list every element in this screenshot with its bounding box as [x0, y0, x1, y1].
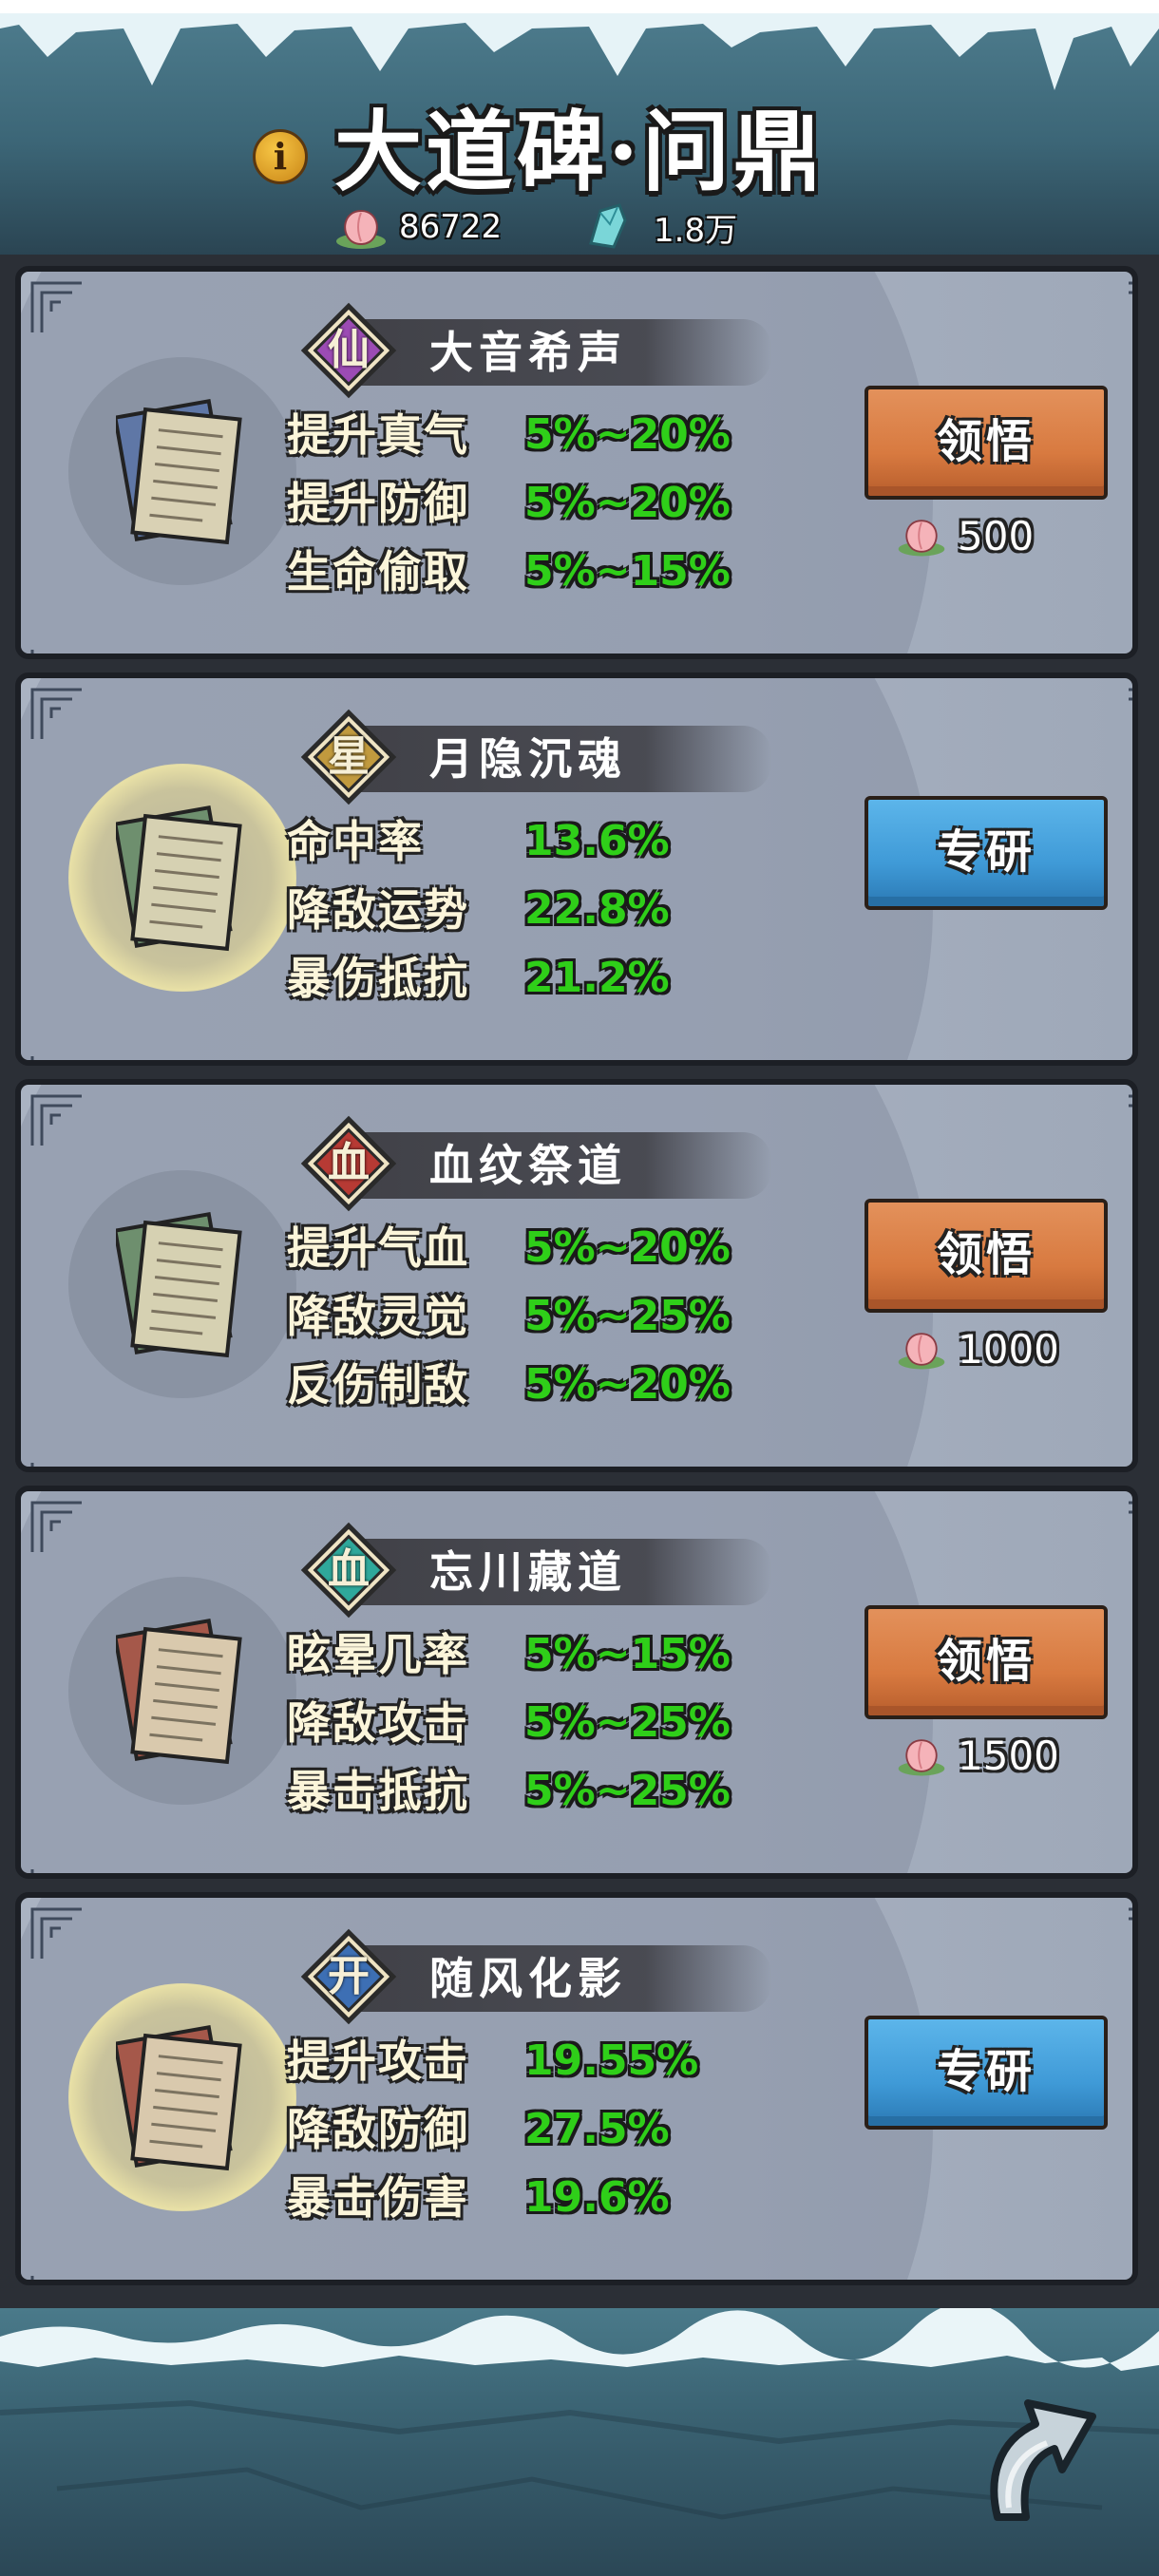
stat-value: 5%~25% [524, 1292, 731, 1340]
stat-label: 提升攻击 [287, 2036, 469, 2087]
peach-count: 86722 [399, 208, 503, 246]
comprehend-button[interactable]: 领悟 [864, 1199, 1108, 1313]
jade-count: 1.8万 [654, 211, 738, 250]
grade-badge-label: 血 [328, 1139, 370, 1187]
grade-badge-label: 星 [328, 732, 370, 781]
corner-ornament [30, 1094, 82, 1146]
cost-display: 500 [895, 507, 1123, 564]
stat-label: 反伤制敌 [287, 1359, 469, 1411]
stat-label: 提升气血 [287, 1222, 469, 1274]
technique-card: 血 忘川藏道眩晕几率 5%~15% 降敌攻击 5%~25% 暴击抵抗 5%~25% 领悟 15… [15, 1486, 1138, 1879]
stat-label: 降敌运势 [287, 884, 469, 936]
scroll-icon [116, 1212, 242, 1358]
corner-ornament [30, 2276, 82, 2280]
scroll-icon [116, 805, 242, 952]
stat-value: 27.5% [524, 2105, 670, 2153]
stat-value: 21.2% [524, 954, 670, 1002]
snow-ledge [0, 2308, 1159, 2371]
stat-label: 提升防御 [287, 478, 469, 529]
cost-display: 1000 [895, 1320, 1123, 1377]
stat-label: 降敌灵觉 [287, 1291, 469, 1342]
research-button[interactable]: 专研 [864, 2016, 1108, 2130]
jade-currency: 1.8万 [581, 201, 737, 253]
stat-value: 5%~15% [524, 547, 731, 596]
info-button[interactable]: i [253, 129, 308, 184]
corner-ornament [30, 1501, 82, 1552]
grade-badge-label: 血 [328, 1545, 370, 1594]
stat-value: 5%~20% [524, 410, 731, 459]
icicle-decoration [0, 0, 1159, 90]
stat-value: 5%~20% [524, 479, 731, 527]
corner-ornament [1129, 1501, 1132, 1552]
corner-ornament [30, 650, 82, 653]
corner-ornament [30, 1056, 82, 1060]
stat-value: 22.8% [524, 885, 670, 934]
scroll-icon [116, 399, 242, 545]
stat-label: 降敌防御 [287, 2104, 469, 2155]
grade-badge-label: 开 [328, 1952, 370, 2000]
cost-amount: 500 [958, 512, 1035, 559]
stat-label: 暴击伤害 [287, 2172, 469, 2224]
stat-value: 19.55% [524, 2036, 699, 2085]
stat-value: 5%~20% [524, 1223, 731, 1272]
corner-ornament [30, 1907, 82, 1959]
stat-value: 5%~25% [524, 1767, 731, 1815]
stat-label: 暴击抵抗 [287, 1766, 469, 1817]
back-arrow-icon[interactable] [960, 2375, 1102, 2527]
stat-value: 5%~15% [524, 1630, 731, 1678]
stat-value: 5%~25% [524, 1698, 731, 1747]
stat-label: 暴伤抵抗 [287, 953, 469, 1004]
cost-display: 1500 [895, 1727, 1123, 1784]
stat-label: 降敌攻击 [287, 1697, 469, 1749]
corner-ornament [30, 1463, 82, 1467]
stat-label: 生命偷取 [287, 546, 469, 597]
stat-value: 5%~20% [524, 1360, 731, 1409]
cost-amount: 1500 [958, 1732, 1059, 1779]
peach-icon [898, 1333, 945, 1370]
research-button[interactable]: 专研 [864, 796, 1108, 910]
stat-label: 命中率 [287, 816, 424, 867]
technique-card: 仙 大音希声提升真气 5%~20% 提升防御 5%~20% 生命偷取 5%~15% 领悟 50… [15, 266, 1138, 659]
corner-ornament [1129, 688, 1132, 739]
corner-ornament [1129, 1094, 1132, 1146]
corner-ornament [1129, 1907, 1132, 1959]
peach-icon [898, 1739, 945, 1776]
jade-shard-icon [589, 203, 627, 249]
scroll-icon [116, 1619, 242, 1765]
stat-label: 提升真气 [287, 409, 469, 461]
technique-name: 血纹祭道 [429, 1140, 627, 1191]
header-bar: i 大道碑·问鼎 86722 1.8万 [0, 0, 1159, 256]
technique-name: 忘川藏道 [429, 1546, 627, 1598]
technique-card: 开 随风化影提升攻击 19.55% 降敌防御 27.5% 暴击伤害 19.6% 专研 [15, 1892, 1138, 2285]
comprehend-button[interactable]: 领悟 [864, 386, 1108, 500]
peach-icon [336, 209, 386, 249]
peach-currency: 86722 [332, 201, 502, 253]
scroll-icon [116, 2025, 242, 2171]
technique-card: 血 血纹祭道提升气血 5%~20% 降敌灵觉 5%~25% 反伤制敌 5%~20% 领悟 10… [15, 1079, 1138, 1472]
technique-name: 大音希声 [429, 327, 627, 378]
grade-badge-label: 仙 [328, 326, 370, 374]
cost-amount: 1000 [958, 1325, 1059, 1373]
page-title: 大道碑·问鼎 [333, 101, 826, 203]
corner-ornament [30, 688, 82, 739]
technique-name: 月隐沉魂 [429, 733, 627, 785]
corner-ornament [1129, 281, 1132, 332]
comprehend-button[interactable]: 领悟 [864, 1605, 1108, 1719]
technique-card: 星 月隐沉魂 命中率 13.6% 降敌运势 22.8% 暴伤抵抗 21.2% 专研 [15, 672, 1138, 1066]
corner-ornament [30, 281, 82, 332]
stat-value: 13.6% [524, 817, 670, 865]
peach-icon [898, 520, 945, 557]
corner-ornament [30, 1869, 82, 1873]
stat-label: 眩晕几率 [287, 1629, 469, 1680]
technique-name: 随风化影 [429, 1953, 627, 2004]
stat-value: 19.6% [524, 2173, 670, 2222]
